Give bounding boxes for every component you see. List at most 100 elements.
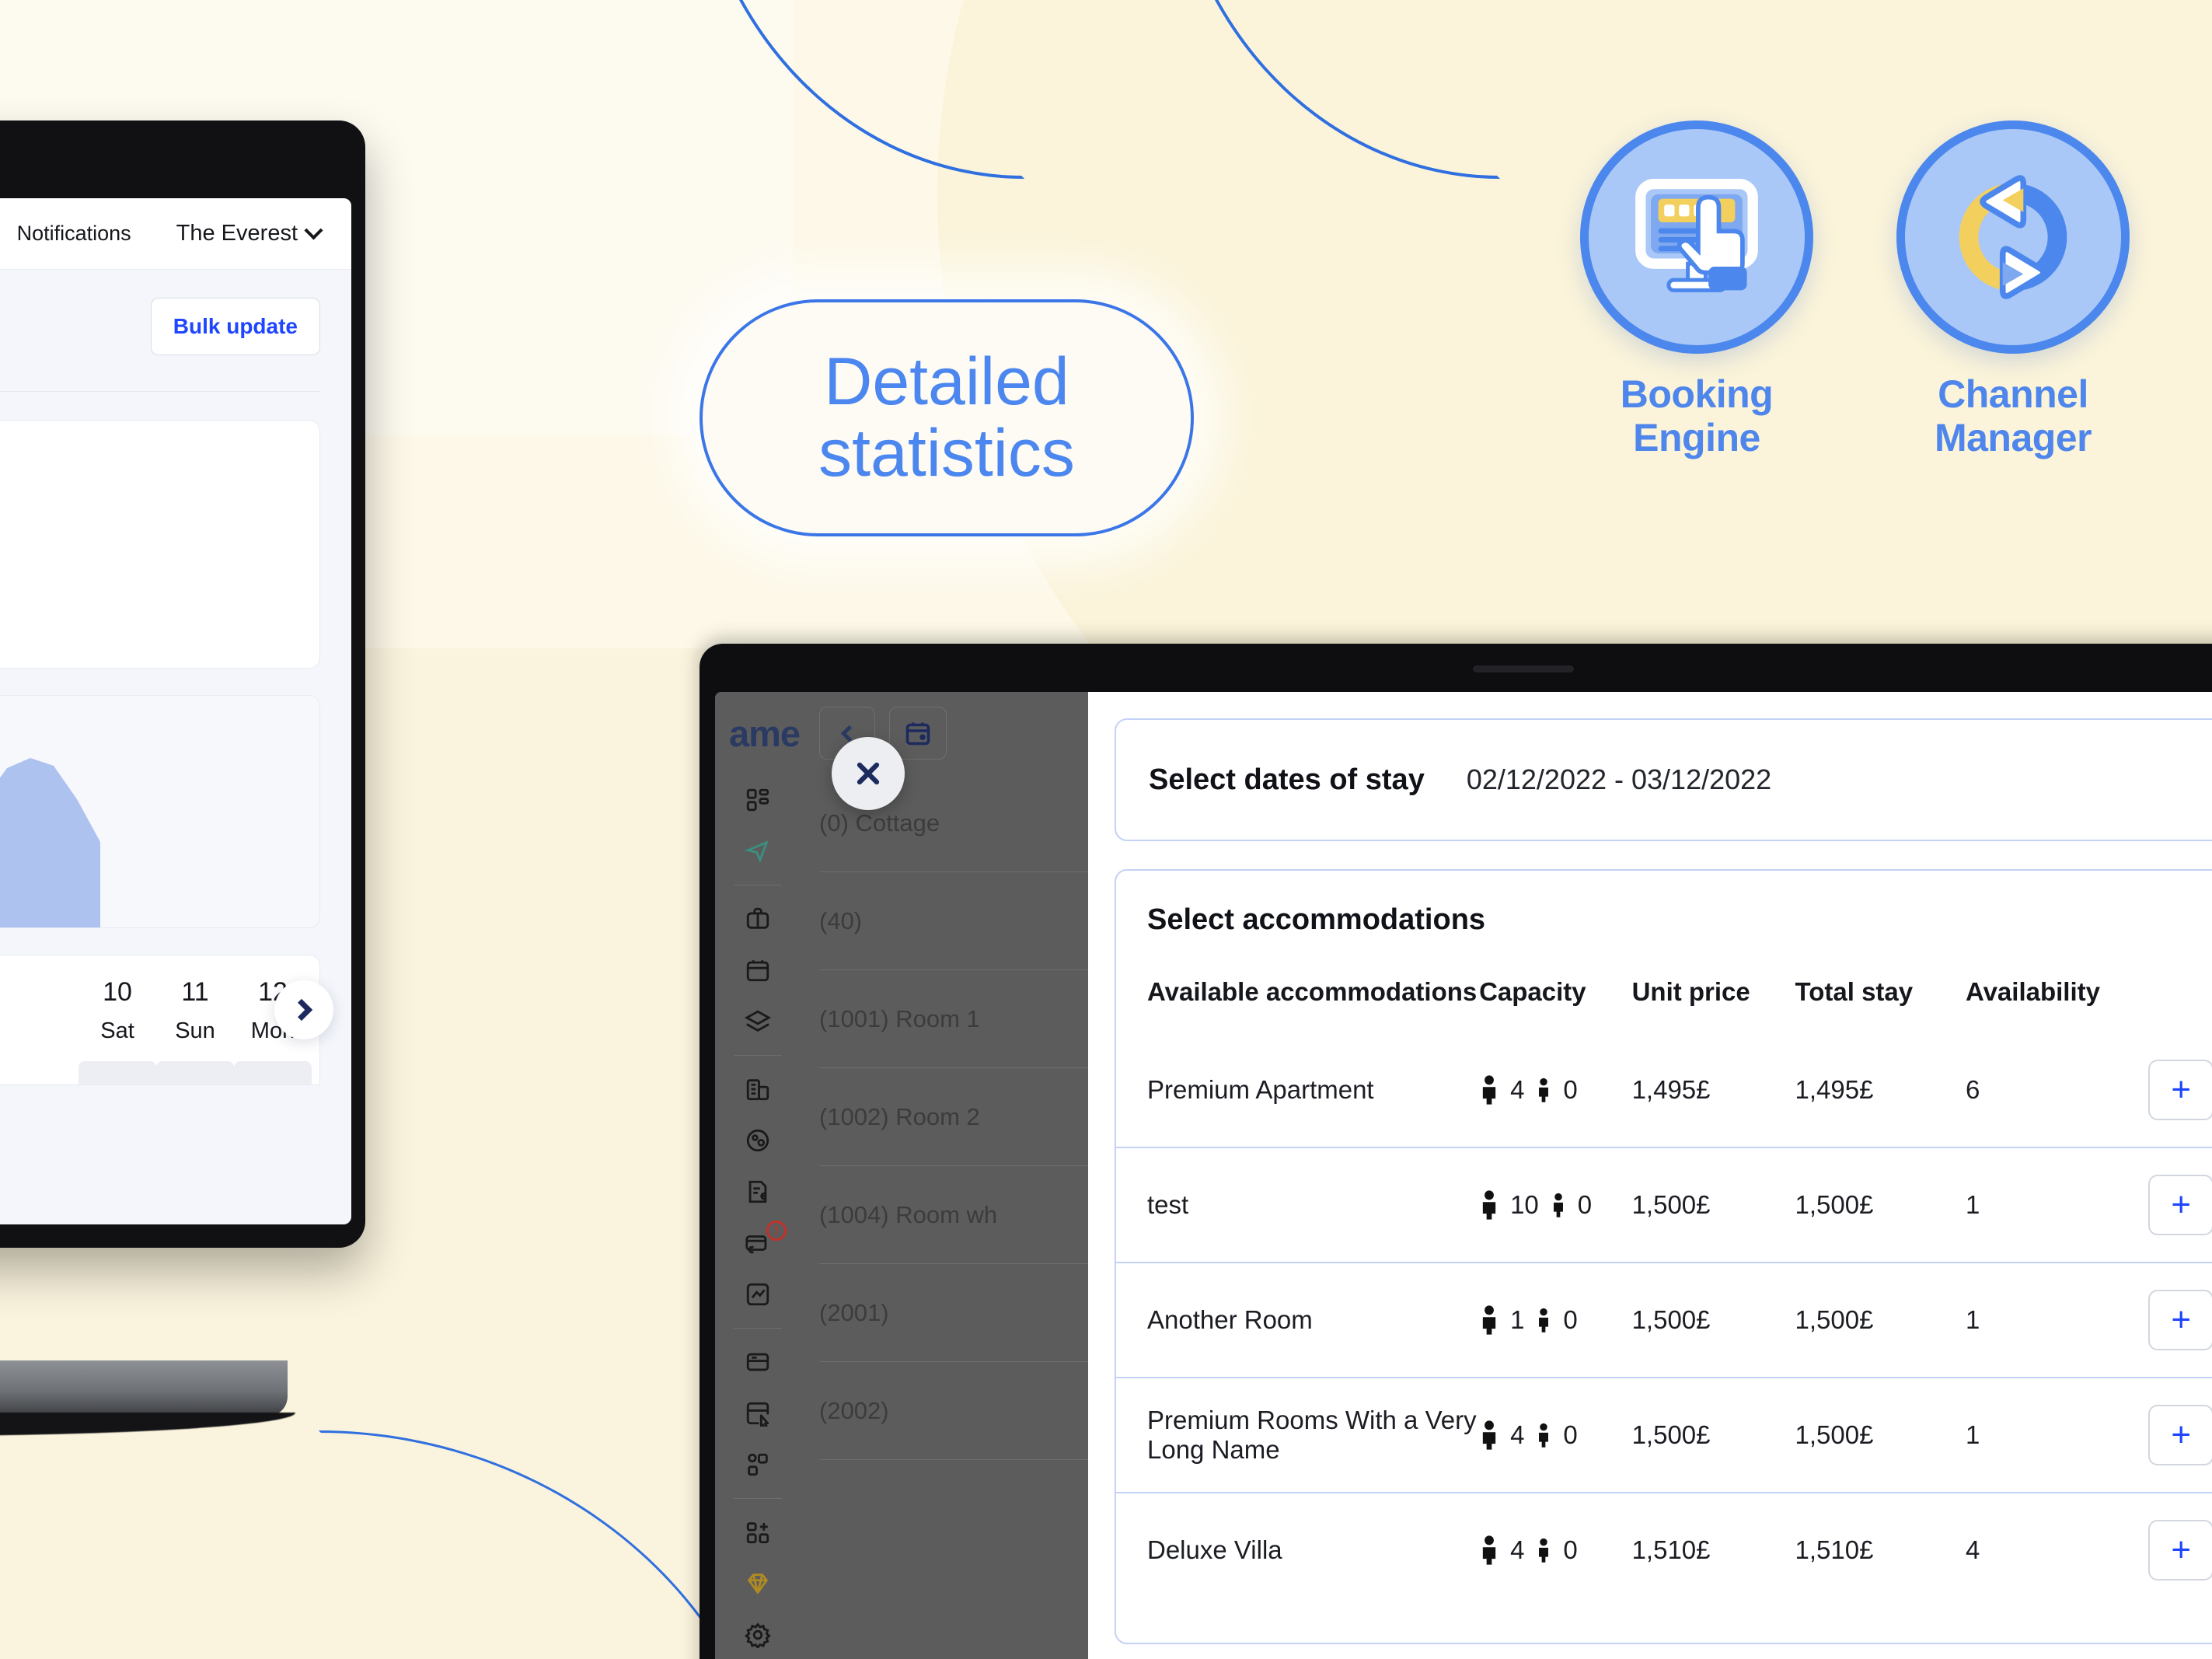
- child-icon: [1539, 1423, 1549, 1448]
- date-cell-chip: [234, 1061, 312, 1084]
- analytics-icon: [746, 1283, 769, 1306]
- sidebar-item-dashboard[interactable]: [715, 774, 801, 826]
- chevron-down-icon: [304, 221, 323, 240]
- guests-icon: [746, 1129, 769, 1152]
- cell-capacity: 1 0: [1479, 1262, 1632, 1378]
- sidebar-item-guests[interactable]: [715, 1115, 801, 1166]
- table-row: Premium Apartment 4 0 1,495£ 1,495£ 6 +: [1116, 1033, 2212, 1147]
- add-accommodation-button[interactable]: +: [2148, 1175, 2212, 1235]
- adults-count: 10: [1510, 1190, 1539, 1219]
- left-actions-row: Bulk update: [0, 298, 320, 355]
- capacity-group: 4 0: [1479, 1420, 1632, 1450]
- table-head: Available accommodations Capacity Unit p…: [1116, 977, 2212, 1033]
- sidebar-divider: [734, 1055, 782, 1056]
- column-header-availability: Availability: [1965, 977, 2100, 1006]
- children-count: 0: [1577, 1190, 1593, 1219]
- cell-unit-price: 1,495£: [1631, 1075, 1711, 1104]
- search-card: arch Closed rate: [0, 420, 320, 669]
- add-accommodation-button[interactable]: +: [2148, 1060, 2212, 1120]
- cell-unit-price: 1,500£: [1631, 1147, 1795, 1263]
- select-dates-card[interactable]: Select dates of stay 02/12/2022 - 03/12/…: [1115, 718, 2212, 841]
- feature-label: Booking Engine: [1568, 372, 1825, 459]
- capacity-group: 1 0: [1479, 1305, 1632, 1335]
- chevron-right-icon: [290, 998, 313, 1022]
- left-laptop-screen: Notifications The Everest Bulk update ar…: [0, 198, 351, 1224]
- cell-total-stay: 1,500£: [1795, 1147, 1966, 1263]
- cell-availability: 6: [1965, 1075, 1980, 1104]
- cell-unit-price: 1,500£: [1631, 1377, 1795, 1493]
- sidebar-item-payments[interactable]: !: [715, 1217, 801, 1269]
- adult-icon: [1482, 1075, 1496, 1105]
- bulk-update-button[interactable]: Bulk update: [150, 298, 320, 355]
- close-modal-button[interactable]: [832, 737, 905, 810]
- add-accommodation-button[interactable]: +: [2148, 1520, 2212, 1580]
- sidebar-item-analytics[interactable]: [715, 1269, 801, 1320]
- children-count: 0: [1563, 1420, 1578, 1449]
- sidebar-item-calendar[interactable]: [715, 945, 801, 996]
- payments-card-icon: [746, 1353, 769, 1371]
- children-count: 0: [1563, 1535, 1578, 1564]
- premium-diamond-icon: [747, 1573, 769, 1594]
- page-stage: Notifications The Everest Bulk update ar…: [0, 0, 2212, 1659]
- date-cells: 10 Sat 11 Sun 12 Mon: [0, 977, 312, 1084]
- cell-capacity: 4 0: [1479, 1492, 1632, 1607]
- sidebar-item-channels[interactable]: [715, 1439, 801, 1490]
- sidebar-item-settings[interactable]: [715, 1609, 801, 1659]
- date-cell[interactable]: 10 Sat: [79, 977, 156, 1084]
- date-number: 10: [103, 977, 132, 1007]
- channel-manager-glyph: [1959, 175, 2067, 299]
- date-cell[interactable]: 11 Sun: [156, 977, 234, 1084]
- sidebar-item-announcements[interactable]: [715, 826, 801, 877]
- sidebar-item-property[interactable]: [715, 1064, 801, 1115]
- adult-icon: [1482, 1535, 1496, 1565]
- feature-booking-engine: Booking Engine: [1568, 120, 1825, 459]
- adults-count: 4: [1510, 1075, 1525, 1104]
- channels-icon: [748, 1453, 768, 1476]
- child-icon: [1539, 1077, 1549, 1102]
- pill-line-1: Detailed: [824, 344, 1069, 420]
- cell-name: test: [1116, 1147, 1480, 1263]
- cell-capacity: 4 0: [1479, 1377, 1632, 1493]
- cell-total-stay: 1,510£: [1795, 1492, 1966, 1607]
- add-accommodation-button[interactable]: +: [2148, 1405, 2212, 1465]
- sidebar-item-bookings[interactable]: [715, 893, 801, 945]
- cell-availability: 1: [1965, 1262, 2149, 1378]
- reservation-modal: Select dates of stay 02/12/2022 - 03/12/…: [1088, 692, 2212, 1659]
- select-accommodations-title: Select accommodations: [1147, 903, 1486, 936]
- sidebar-item-rates[interactable]: [715, 996, 801, 1047]
- sidebar-item-invoices[interactable]: [715, 1166, 801, 1217]
- sidebar-item-website[interactable]: [715, 1336, 801, 1388]
- column-header-actions: [2148, 977, 2212, 1033]
- table-body: Premium Apartment 4 0 1,495£ 1,495£ 6 + …: [1116, 1033, 2212, 1607]
- left-laptop-base: [0, 1360, 288, 1416]
- right-laptop-screen: amenitiz ! (0) Cottage (40) (1001) Room …: [715, 692, 2212, 1659]
- cell-total-stay: 1,495£: [1795, 1075, 1874, 1104]
- cell-capacity: 4 0: [1479, 1033, 1632, 1147]
- left-topbar: Notifications The Everest: [0, 198, 351, 270]
- sidebar-item-add-module[interactable]: [715, 1507, 801, 1558]
- row-actions: +: [2148, 1175, 2212, 1235]
- adults-count: 4: [1510, 1420, 1525, 1449]
- divider: [0, 391, 320, 392]
- add-accommodation-button[interactable]: +: [2148, 1290, 2212, 1350]
- right-laptop-camera: [1473, 665, 1574, 672]
- sidebar-item-premium[interactable]: [715, 1558, 801, 1609]
- notifications-label[interactable]: Notifications: [17, 222, 131, 246]
- add-module-icon: [746, 1522, 769, 1544]
- cell-capacity: 10 0: [1479, 1147, 1632, 1263]
- date-weekday: Sat: [100, 1018, 134, 1043]
- cell-total-stay: 1,500£: [1795, 1262, 1966, 1378]
- right-laptop: amenitiz ! (0) Cottage (40) (1001) Room …: [700, 644, 2212, 1659]
- property-selector[interactable]: The Everest: [176, 221, 323, 246]
- left-content: Bulk update arch Closed rate: [0, 270, 351, 1085]
- adult-icon: [1482, 1190, 1496, 1220]
- cell-actions: +: [2148, 1377, 2212, 1493]
- invoice-euro-icon: [748, 1180, 767, 1203]
- calendar-cursor-icon: [746, 1402, 769, 1427]
- next-week-button[interactable]: [274, 980, 333, 1039]
- date-weekday: Sun: [175, 1018, 215, 1043]
- sidebar-icon-list: !: [715, 774, 801, 1659]
- sidebar-item-booking-engine[interactable]: [715, 1388, 801, 1439]
- calendar-icon: [905, 722, 930, 746]
- capacity-group: 10 0: [1479, 1190, 1632, 1220]
